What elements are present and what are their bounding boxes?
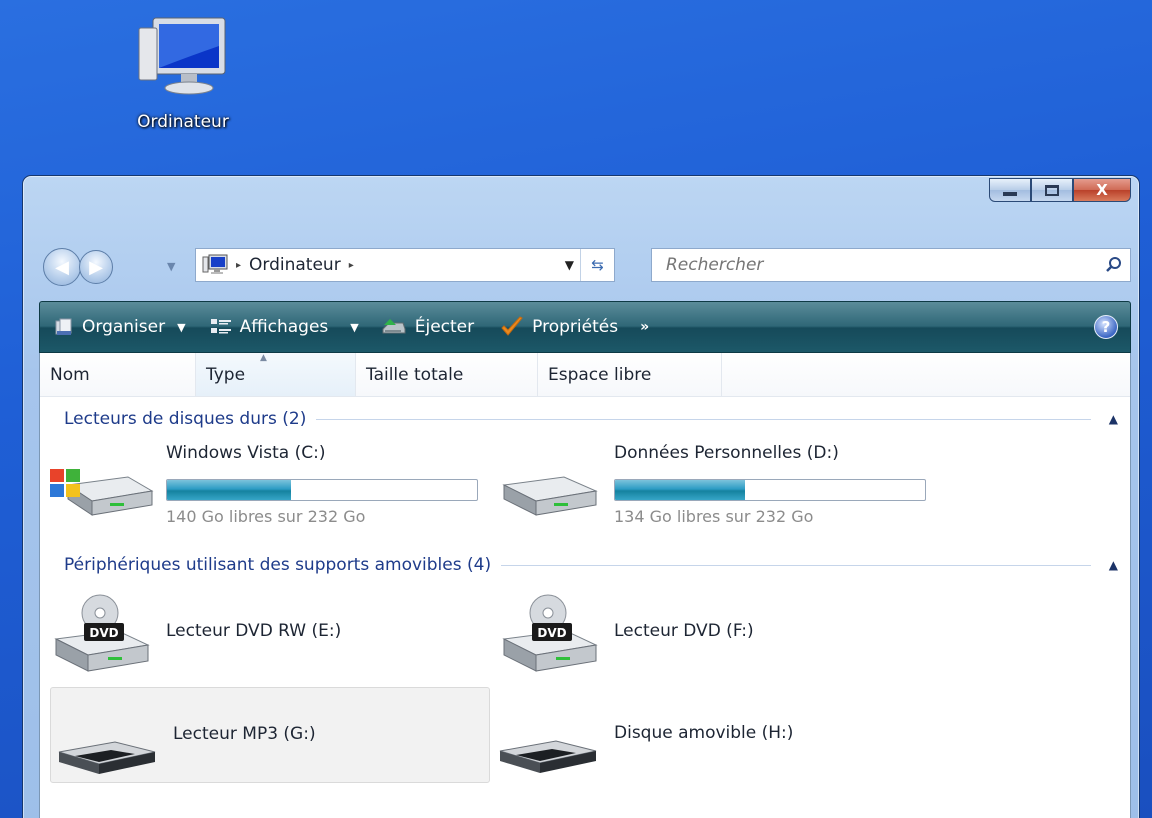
drive-tile-c[interactable]: Windows Vista (C:) 140 Go libres sur 232… <box>44 439 484 535</box>
drive-usage-bar <box>614 479 926 501</box>
drive-name: Données Personnelles (D:) <box>614 443 839 463</box>
column-header-label: Espace libre <box>548 365 652 385</box>
drive-free-space: 140 Go libres sur 232 Go <box>166 507 366 526</box>
hard-drive-windows-icon <box>50 469 154 516</box>
group-header-hard-drives[interactable]: Lecteurs de disques durs (2) ▲ <box>64 407 1118 431</box>
breadcrumb-separator[interactable]: ▸ <box>236 260 241 271</box>
organize-label: Organiser <box>82 317 166 337</box>
minimize-button[interactable] <box>989 178 1031 202</box>
desktop-computer-icon[interactable]: Ordinateur <box>118 16 248 132</box>
explorer-window: X ◀ ▶ ▼ ▸ Ordinateur ▸ ▼ ⇆ Rechercher Or… <box>22 175 1140 818</box>
content-pane: Nom ▲ Type Taille totale Espace libre Le… <box>39 353 1131 818</box>
views-label: Affichages <box>239 317 329 337</box>
drive-tile-d[interactable]: Données Personnelles (D:) 134 Go libres … <box>492 439 932 535</box>
group-divider <box>501 564 1091 566</box>
maximize-button[interactable] <box>1031 178 1073 202</box>
properties-label: Propriétés <box>532 317 619 337</box>
command-toolbar: Organiser ▼ Affichages ▼ Éjecter Proprié… <box>39 301 1131 353</box>
column-header-label: Type <box>206 365 246 385</box>
help-label: ? <box>1101 318 1111 336</box>
group-title: Périphériques utilisant des supports amo… <box>64 555 492 575</box>
column-headers: Nom ▲ Type Taille totale Espace libre <box>40 353 1130 397</box>
sort-ascending-icon: ▲ <box>260 353 267 363</box>
forward-arrow-icon: ▶ <box>89 256 103 278</box>
organize-icon <box>54 317 74 337</box>
breadcrumb-ordinateur[interactable]: Ordinateur <box>249 255 341 275</box>
search-input[interactable] <box>652 249 1098 281</box>
collapse-chevron-icon[interactable]: ▲ <box>1109 412 1118 426</box>
collapse-chevron-icon[interactable]: ▲ <box>1109 558 1118 572</box>
computer-small-icon <box>202 254 228 274</box>
dvd-drive-icon: DVD <box>502 594 598 672</box>
group-divider <box>316 418 1091 420</box>
column-header-label: Taille totale <box>366 365 464 385</box>
refresh-button[interactable]: ⇆ <box>580 249 614 281</box>
drive-name: Lecteur DVD (F:) <box>614 621 754 641</box>
drive-tile-g[interactable]: Lecteur MP3 (G:) <box>50 687 490 783</box>
views-icon <box>210 317 232 337</box>
eject-icon <box>381 317 407 337</box>
removable-drive-icon <box>499 740 597 773</box>
more-commands-button[interactable]: » <box>640 319 649 335</box>
computer-icon <box>138 17 226 95</box>
address-dropdown-icon[interactable]: ▼ <box>565 258 574 272</box>
column-header-label: Nom <box>50 365 90 385</box>
close-icon: X <box>1096 181 1108 199</box>
desktop-icon-label: Ordinateur <box>137 112 229 132</box>
help-icon[interactable]: ? <box>1094 315 1118 339</box>
views-button[interactable]: Affichages ▼ <box>210 317 359 337</box>
removable-drive-icon <box>58 741 156 774</box>
column-header-total-size[interactable]: Taille totale <box>356 353 538 396</box>
column-header-free-space[interactable]: Espace libre <box>538 353 722 396</box>
group-title: Lecteurs de disques durs (2) <box>64 409 307 429</box>
minimize-icon <box>1003 192 1017 196</box>
maximize-icon <box>1045 184 1059 196</box>
svg-text:DVD: DVD <box>537 626 566 640</box>
column-header-type[interactable]: ▲ Type <box>196 353 356 396</box>
drive-name: Disque amovible (H:) <box>614 723 794 743</box>
organize-dropdown-icon: ▼ <box>177 320 186 334</box>
drive-usage-bar <box>166 479 478 501</box>
recent-pages-dropdown[interactable]: ▼ <box>167 260 175 273</box>
checkmark-icon <box>500 316 524 338</box>
caption-buttons: X <box>989 178 1131 202</box>
drive-tile-f[interactable]: DVD Lecteur DVD (F:) <box>492 585 932 681</box>
drive-usage-fill <box>615 480 746 500</box>
svg-text:DVD: DVD <box>89 626 118 640</box>
dvd-drive-icon: DVD <box>54 594 150 672</box>
drive-tile-h[interactable]: Disque amovible (H:) <box>492 687 932 783</box>
drive-tile-e[interactable]: DVD Lecteur DVD RW (E:) <box>44 585 484 681</box>
search-icon[interactable] <box>1098 256 1130 274</box>
address-bar[interactable]: ▸ Ordinateur ▸ ▼ ⇆ <box>195 248 615 282</box>
navigation-bar: ◀ ▶ ▼ ▸ Ordinateur ▸ ▼ ⇆ <box>39 244 1131 286</box>
refresh-icon: ⇆ <box>591 256 604 274</box>
group-header-removable[interactable]: Périphériques utilisant des supports amo… <box>64 553 1118 577</box>
close-button[interactable]: X <box>1073 178 1131 202</box>
drive-name: Windows Vista (C:) <box>166 443 326 463</box>
column-header-name[interactable]: Nom <box>40 353 196 396</box>
search-box[interactable] <box>651 248 1131 282</box>
drive-free-space: 134 Go libres sur 232 Go <box>614 507 814 526</box>
eject-button[interactable]: Éjecter <box>381 317 474 337</box>
drive-usage-fill <box>167 480 291 500</box>
properties-button[interactable]: Propriétés <box>500 316 618 338</box>
forward-button[interactable]: ▶ <box>79 250 113 284</box>
drive-name: Lecteur DVD RW (E:) <box>166 621 342 641</box>
drive-name: Lecteur MP3 (G:) <box>173 724 316 744</box>
eject-label: Éjecter <box>414 317 475 337</box>
breadcrumb-separator-end[interactable]: ▸ <box>349 260 354 271</box>
views-dropdown-icon: ▼ <box>350 320 359 334</box>
hard-drive-icon <box>502 476 598 516</box>
back-arrow-icon: ◀ <box>55 256 69 278</box>
organize-button[interactable]: Organiser ▼ <box>54 317 186 337</box>
back-button[interactable]: ◀ <box>43 248 81 286</box>
